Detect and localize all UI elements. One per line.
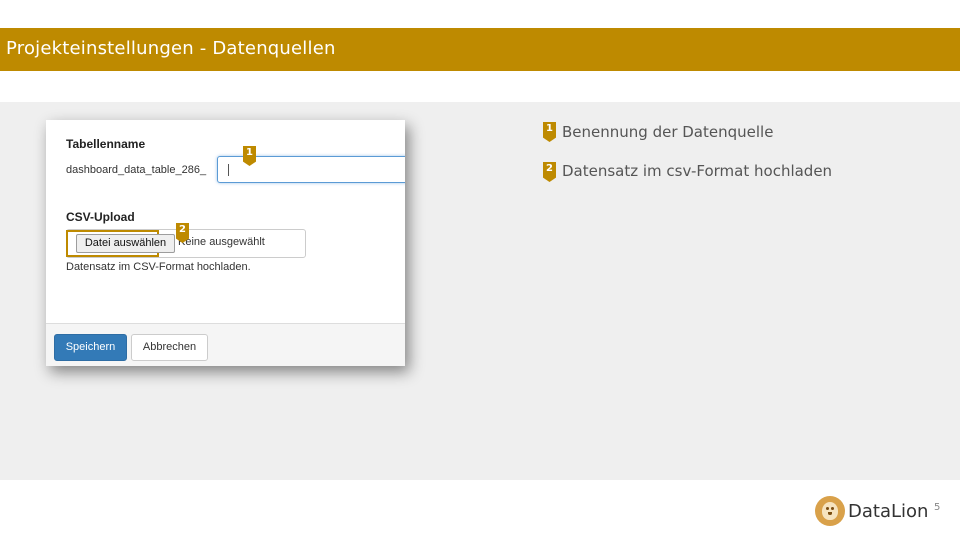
table-name-label: Tabellenname (66, 137, 146, 151)
legend-item-1-text: Benennung der Datenquelle (562, 123, 774, 141)
table-name-prefix: dashboard_data_table_286_ (66, 164, 207, 176)
save-button[interactable]: Speichern (54, 334, 127, 361)
legend-item-2-text: Datensatz im csv-Format hochladen (562, 162, 833, 180)
csv-help-text: Datensatz im CSV-Format hochladen. (66, 261, 251, 273)
form-footer: Speichern Abbrechen (46, 323, 405, 366)
brand-name: DataLion (848, 501, 929, 522)
datasource-form-screenshot: Tabellenname dashboard_data_table_286_ C… (46, 120, 405, 366)
title-bar: Projekteinstellungen - Datenquellen (0, 28, 960, 71)
csv-upload-label: CSV-Upload (66, 210, 135, 224)
cancel-button[interactable]: Abbrechen (131, 334, 208, 361)
text-caret (228, 164, 229, 176)
lion-logo-icon (815, 496, 845, 526)
slide-title: Projekteinstellungen - Datenquellen (6, 38, 336, 59)
choose-file-button[interactable]: Datei auswählen (76, 234, 175, 253)
slide: Projekteinstellungen - Datenquellen Tabe… (0, 0, 960, 540)
file-status-text: Keine ausgewählt (178, 236, 265, 248)
page-number: 5 (934, 502, 941, 513)
